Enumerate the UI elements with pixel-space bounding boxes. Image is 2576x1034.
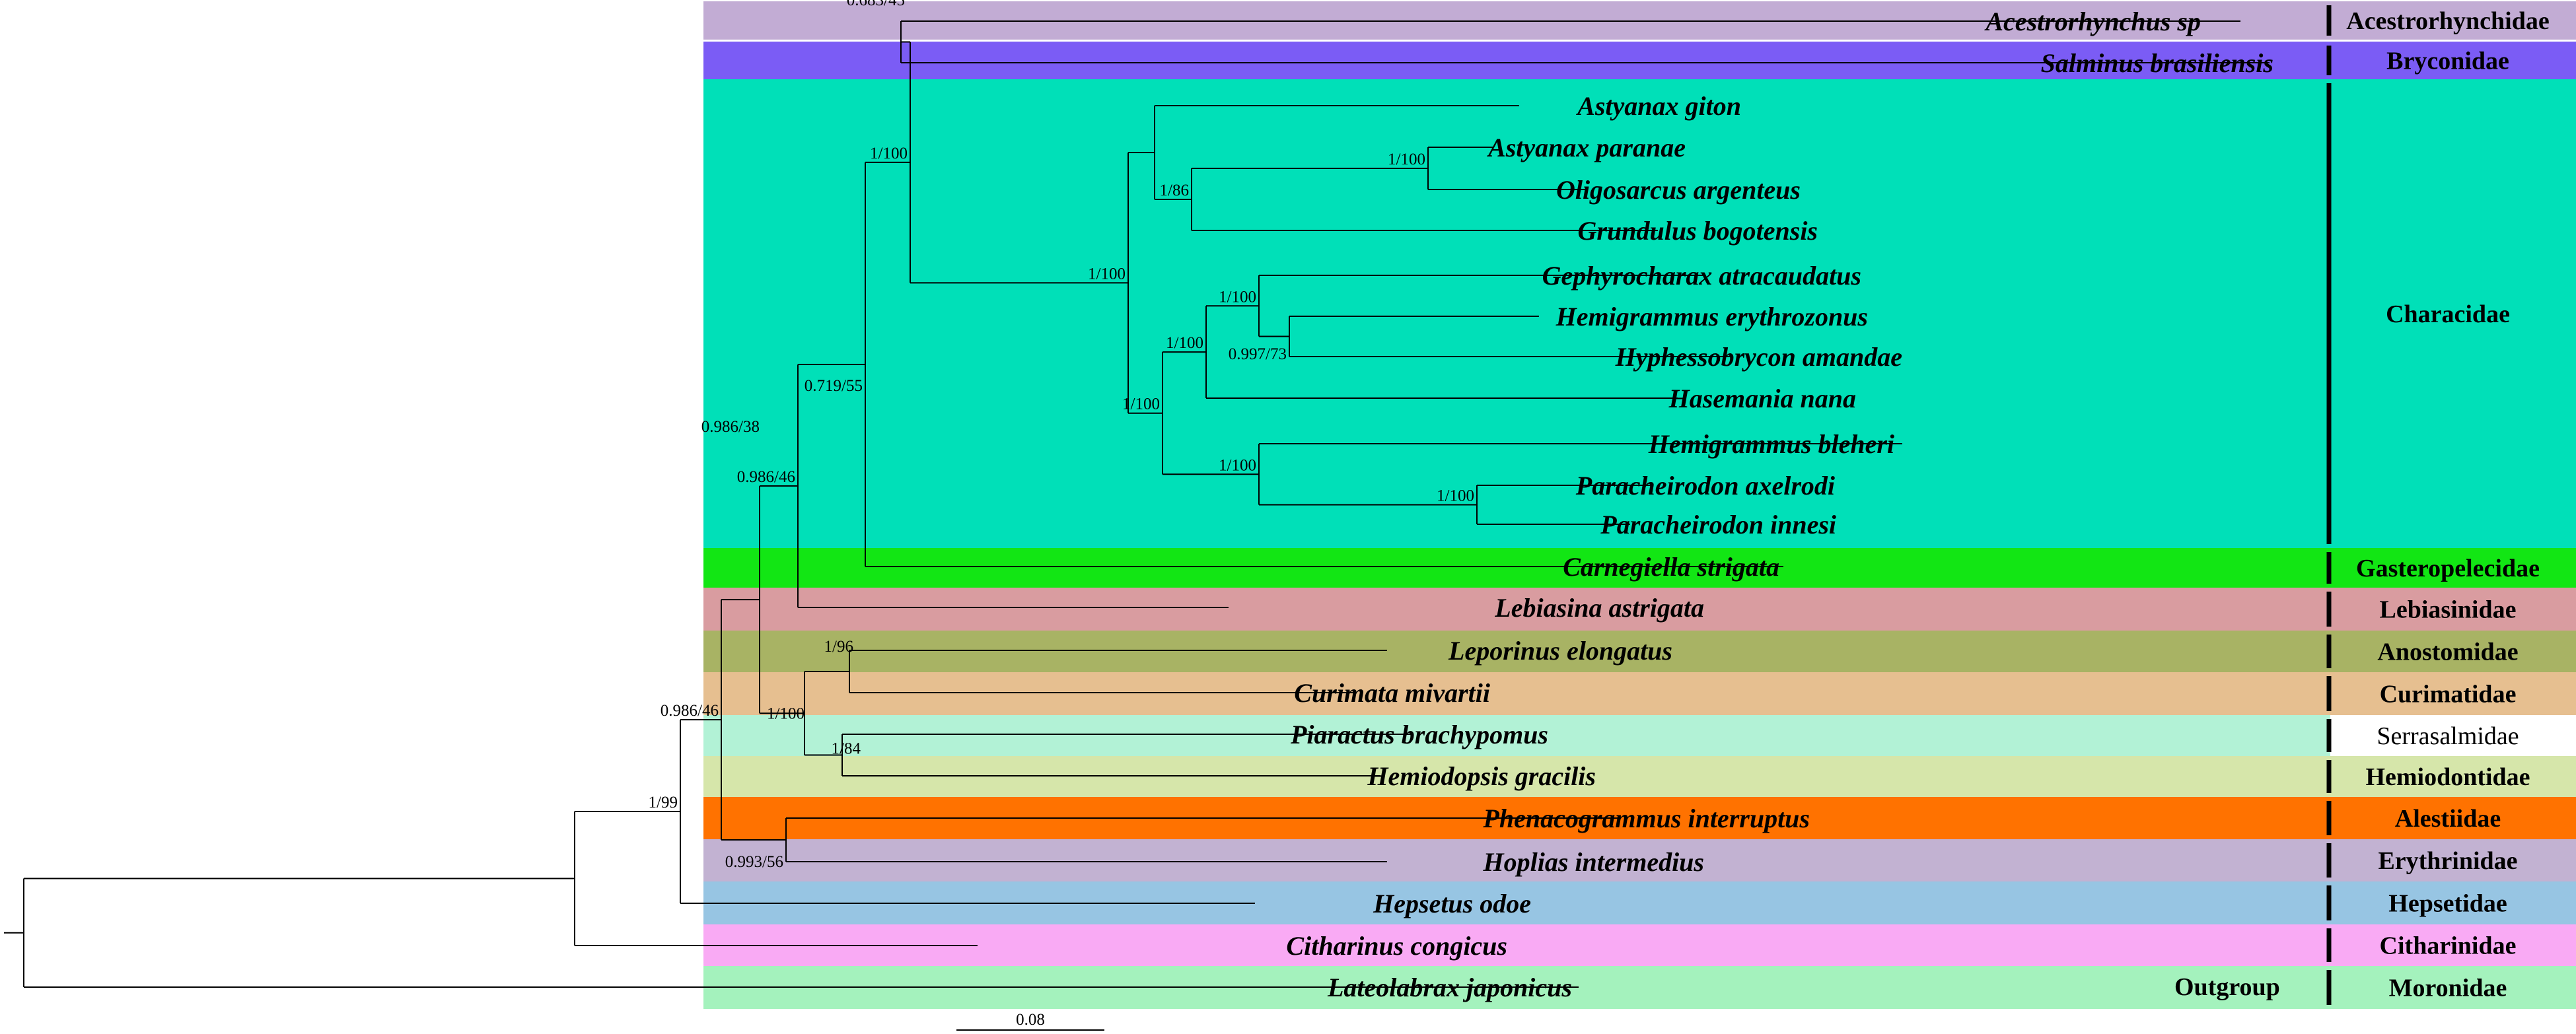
support-value: 1/100 bbox=[870, 145, 908, 162]
support-value: 0.997/73 bbox=[1229, 345, 1287, 363]
taxon-label: Acestrorhynchus sp bbox=[1984, 7, 2201, 36]
support-value: 1/100 bbox=[1088, 265, 1126, 283]
outgroup-label: Outgroup bbox=[2174, 973, 2280, 1001]
family-label: Citharinidae bbox=[2380, 932, 2517, 960]
family-label: Acestrorhynchidae bbox=[2346, 7, 2550, 35]
taxon-label: Hemigrammus erythrozonus bbox=[1556, 302, 1868, 331]
taxon-label: Gephyrocharax atracaudatus bbox=[1542, 261, 1861, 291]
taxon-label: Lateolabrax japonicus bbox=[1327, 973, 1572, 1002]
support-value: 1/100 bbox=[1122, 396, 1160, 413]
family-label: Moronidae bbox=[2389, 975, 2507, 1002]
taxon-label: Piaractus brachypomus bbox=[1290, 720, 1548, 749]
family-label: Lebiasinidae bbox=[2380, 596, 2517, 624]
taxon-label: Hepsetus odoe bbox=[1373, 889, 1531, 918]
support-value: 1/86 bbox=[1160, 182, 1189, 199]
taxon-label: Phenacogrammus interruptus bbox=[1482, 804, 1810, 833]
family-label: Gasteropelecidae bbox=[2356, 555, 2540, 582]
family-label: Serrasalmidae bbox=[2377, 722, 2519, 750]
taxon-label: Salminus brasiliensis bbox=[2041, 48, 2273, 78]
taxon-label: Hoplias intermedius bbox=[1483, 847, 1705, 877]
family-label: Hepsetidae bbox=[2388, 890, 2507, 918]
support-value: 1/100 bbox=[767, 705, 805, 722]
taxon-label: Citharinus congicus bbox=[1286, 931, 1507, 961]
scale-bar: 0.08 bbox=[956, 1011, 1104, 1031]
support-value: 0.719/55 bbox=[805, 377, 863, 395]
taxon-label: Paracheirodon innesi bbox=[1600, 510, 1836, 539]
taxon-label: Grundulus bogotensis bbox=[1578, 216, 1818, 246]
support-value: 1/99 bbox=[649, 794, 678, 811]
taxon-label: Hemiodopsis gracilis bbox=[1367, 761, 1596, 791]
taxon-label: Astyanax giton bbox=[1575, 91, 1741, 121]
phylogenetic-tree: Acestrorhynchidae Bryconidae Characidae Gas… bbox=[4, 0, 2576, 1031]
band-curimata bbox=[703, 672, 2330, 715]
support-value: 1/100 bbox=[1219, 456, 1256, 474]
family-label: Alestiidae bbox=[2395, 805, 2501, 833]
taxon-label: Lebiasina astrigata bbox=[1494, 593, 1704, 623]
taxon-label: Hemigrammus bleheri bbox=[1648, 429, 1894, 459]
support-value: 1/100 bbox=[1437, 487, 1474, 505]
taxon-label: Paracheirodon axelrodi bbox=[1575, 471, 1835, 500]
taxon-label: Astyanax paranae bbox=[1486, 133, 1686, 162]
support-value: 0.986/38 bbox=[701, 418, 760, 436]
taxon-label: Hyphessobrycon amandae bbox=[1615, 342, 1902, 372]
support-value: 0.986/46 bbox=[661, 702, 719, 720]
band-carnegiella bbox=[703, 548, 2330, 588]
support-value: 1/96 bbox=[824, 638, 853, 656]
family-label: Erythrinidae bbox=[2378, 847, 2517, 875]
support-value: 0.683/45 bbox=[847, 0, 905, 9]
family-label: Characidae bbox=[2386, 300, 2510, 328]
support-value: 0.986/46 bbox=[737, 468, 795, 486]
scale-bar-label: 0.08 bbox=[1016, 1011, 1045, 1029]
family-column: Acestrorhynchidae Bryconidae Characidae Gas… bbox=[2326, 1, 2576, 1009]
taxon-label: Hasemania nana bbox=[1668, 384, 1856, 413]
taxon-label: Leporinus elongatus bbox=[1448, 636, 1672, 666]
support-value: 0.993/56 bbox=[725, 853, 783, 871]
taxon-label: Curimata mivartii bbox=[1294, 678, 1490, 708]
taxon-label: Oligosarcus argenteus bbox=[1556, 175, 1801, 205]
family-label: Anostomidae bbox=[2377, 638, 2518, 666]
support-value: 1/100 bbox=[1166, 334, 1203, 352]
family-label: Hemiodontidae bbox=[2365, 763, 2530, 791]
taxon-label: Carnegiella strigata bbox=[1563, 552, 1779, 582]
family-label: Curimatidae bbox=[2380, 681, 2517, 708]
family-label: Bryconidae bbox=[2386, 48, 2509, 75]
support-value: 1/100 bbox=[1388, 151, 1425, 168]
support-value: 1/100 bbox=[1219, 288, 1256, 306]
support-value: 1/84 bbox=[832, 740, 861, 758]
